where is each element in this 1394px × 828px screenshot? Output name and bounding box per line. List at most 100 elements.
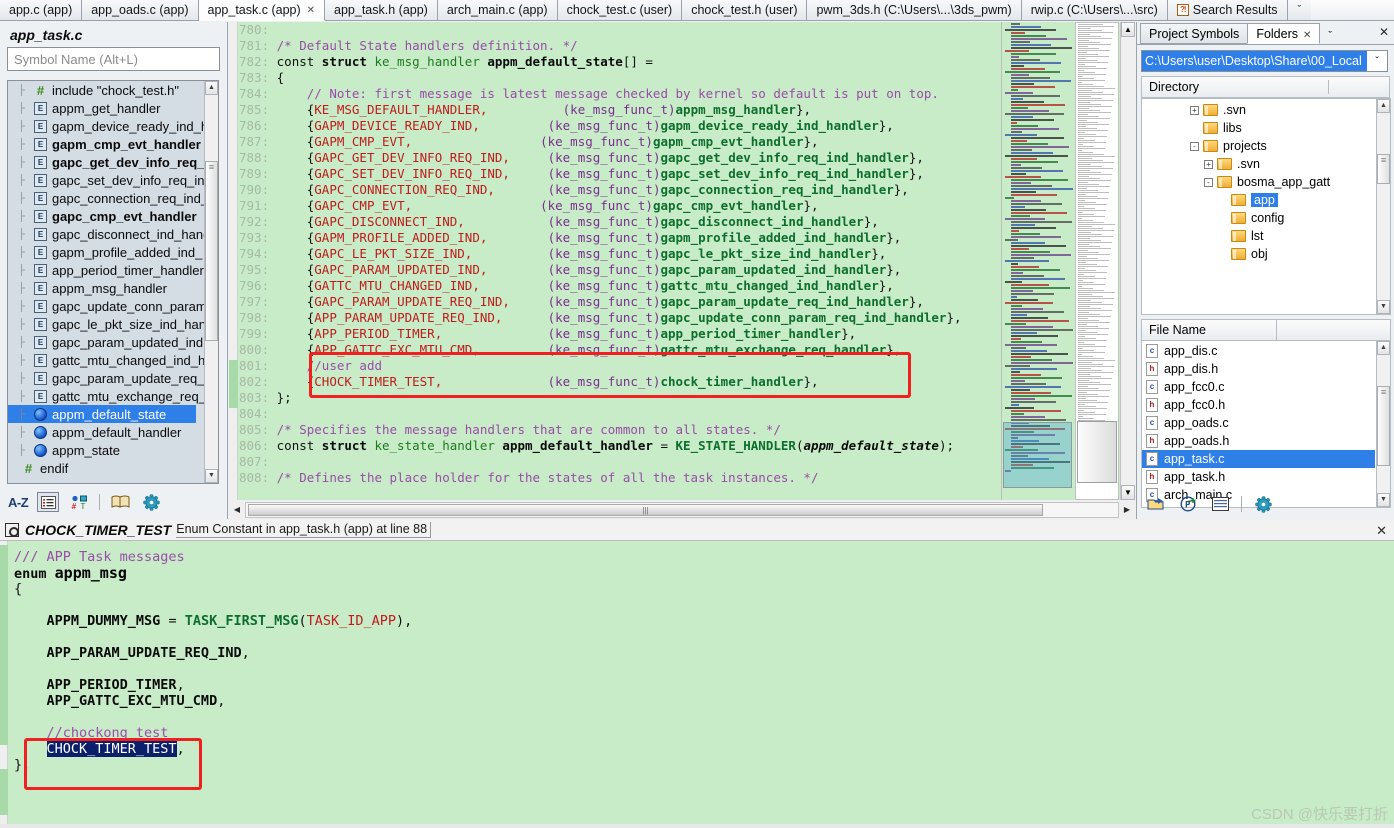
minimap-viewport[interactable] (1003, 422, 1072, 488)
group-by-type-button[interactable]: # T (68, 492, 90, 512)
symbol-tree-item[interactable]: ├ Eappm_get_handler (8, 99, 204, 117)
project-panel-tab-1[interactable]: Folders ✕ (1247, 23, 1321, 44)
directory-tree-item[interactable]: libs (1142, 119, 1376, 137)
project-panel-tab-0[interactable]: Project Symbols (1140, 23, 1249, 44)
symbol-tree-item[interactable]: ├ Eappm_msg_handler (8, 279, 204, 297)
minimap-scroll-thumb[interactable] (1077, 421, 1117, 483)
editor-tab-5[interactable]: chock_test.c (user) (557, 0, 683, 20)
new-project-button[interactable]: P (1177, 494, 1199, 514)
symbol-tree-item[interactable]: ├ Egapm_device_ready_ind_h (8, 117, 204, 135)
path-combobox[interactable]: C:\Users\user\Desktop\Share\00_Local ˇ (1141, 50, 1388, 72)
file-list-item[interactable]: h app_oads.h (1142, 432, 1375, 450)
file-list-item[interactable]: c app_task.c (1142, 450, 1375, 468)
directory-tree-item[interactable]: app (1142, 191, 1376, 209)
symbol-tree-item[interactable]: ├ Egapm_cmp_evt_handler (8, 135, 204, 153)
directory-tree-item[interactable]: lst (1142, 227, 1376, 245)
symbol-tree-item[interactable]: # endif (8, 459, 204, 477)
project-panel-overflow-chevron-down-icon[interactable]: ˇ (1319, 28, 1341, 44)
symbol-tree-item[interactable]: ├ appm_default_state (8, 405, 196, 423)
directory-tree[interactable]: + .svn libs - projects + .svn - bosma_app_gatt ap… (1141, 98, 1391, 315)
expand-icon[interactable]: + (1204, 159, 1213, 169)
symbol-tree-item[interactable]: ├ appm_default_handler (8, 423, 204, 441)
symbol-tree-item[interactable]: ├ Egapc_le_pkt_size_ind_hanc (8, 315, 204, 333)
directory-tree-item[interactable]: + .svn (1142, 101, 1376, 119)
symbol-search-input[interactable]: Symbol Name (Alt+L) (7, 47, 220, 71)
editor-tab-3[interactable]: app_task.h (app) (325, 0, 438, 20)
hscroll-track[interactable]: ||| (245, 501, 1119, 518)
collapse-icon[interactable]: - (1190, 141, 1199, 151)
symbol-tree-item[interactable]: ├ Egapc_get_dev_info_req_in (8, 153, 204, 171)
expand-icon[interactable]: + (1190, 105, 1199, 115)
directory-tree-item[interactable]: config (1142, 209, 1376, 227)
editor-horizontal-scrollbar[interactable]: ◀ ||| ▶ (229, 500, 1135, 519)
file-list-item[interactable]: h app_dis.h (1142, 360, 1375, 378)
scrollbar-thumb[interactable] (1377, 386, 1390, 466)
file-list-item[interactable]: c app_oads.c (1142, 414, 1375, 432)
editor-tab-7[interactable]: pwm_3ds.h (C:\Users\...\3ds_pwm) (807, 0, 1022, 20)
tab-overflow-chevron-down-icon[interactable]: ˇ (1287, 0, 1312, 20)
editor-tab-4[interactable]: arch_main.c (app) (437, 0, 558, 20)
scroll-left-arrow[interactable]: ◀ (229, 505, 245, 514)
collapse-icon[interactable]: - (1204, 177, 1213, 187)
editor-tab-6[interactable]: chock_test.h (user) (682, 0, 808, 20)
symbol-tree[interactable]: ├ # include "chock_test.h" ├ Eappm_get_handl… (7, 80, 219, 484)
reference-book-button[interactable] (109, 492, 131, 512)
scroll-right-arrow[interactable]: ▶ (1119, 505, 1135, 514)
symbol-tree-item[interactable]: ├ appm_state (8, 441, 204, 459)
editor-tab-9[interactable]: ?! Search Results (1167, 0, 1288, 20)
scrollbar-thumb[interactable] (205, 161, 218, 341)
file-list-item[interactable]: c app_dis.c (1142, 342, 1375, 360)
symbol-tree-item[interactable]: ├ Egapc_set_dev_info_req_inc (8, 171, 204, 189)
editor-fold-column[interactable] (229, 22, 238, 500)
editor-vertical-scrollbar[interactable]: ▲ ▼ (1120, 22, 1135, 500)
symbol-tree-item[interactable]: ├ # include "chock_test.h" (8, 81, 204, 99)
directory-tree-item[interactable]: + .svn (1142, 155, 1376, 173)
symbol-tree-item[interactable]: ├ Egapc_param_updated_ind (8, 333, 204, 351)
editor-tab-1[interactable]: app_oads.c (app) (82, 0, 199, 20)
close-icon[interactable]: ✕ (1303, 30, 1311, 41)
file-column-header[interactable]: File Name (1141, 319, 1391, 341)
scroll-up-arrow[interactable]: ▲ (1377, 341, 1390, 355)
directory-tree-item[interactable]: obj (1142, 245, 1376, 263)
directory-column-header[interactable]: Directory (1141, 76, 1390, 98)
symbol-tree-item[interactable]: ├ Egapm_profile_added_ind_ (8, 243, 204, 261)
symbol-tree-item[interactable]: ├ Egapc_connection_req_ind_ (8, 189, 204, 207)
close-pane-button[interactable]: ✕ (1376, 523, 1387, 539)
minimap-scrollbar[interactable] (1075, 22, 1119, 500)
properties-button[interactable] (1209, 494, 1231, 514)
file-list-scrollbar[interactable]: ▲ ▼ (1376, 341, 1390, 507)
symbol-tree-item[interactable]: ├ Egapc_param_update_req_ (8, 369, 204, 387)
settings-gear-button[interactable] (1252, 494, 1274, 514)
close-panel-button[interactable]: ✕ (1379, 25, 1389, 39)
symbol-tree-scrollbar[interactable]: ▲ ▼ (204, 81, 218, 483)
file-list-item[interactable]: h app_task.h (1142, 468, 1375, 486)
code-minimap[interactable] (1001, 22, 1073, 500)
directory-tree-scrollbar[interactable]: ▲ ▼ (1376, 99, 1390, 314)
list-view-button[interactable] (37, 492, 60, 512)
chevron-down-icon[interactable]: ˇ (1367, 56, 1387, 67)
sort-alphabetical-button[interactable]: A-Z (8, 495, 29, 510)
scrollbar-thumb[interactable] (1377, 154, 1390, 184)
directory-tree-item[interactable]: - projects (1142, 137, 1376, 155)
code-editor[interactable]: 780: 781: /* Default State handlers defi… (229, 22, 1135, 519)
scroll-down-arrow[interactable]: ▼ (1377, 300, 1390, 314)
file-list-item[interactable]: c app_fcc0.c (1142, 378, 1375, 396)
scroll-up-arrow[interactable]: ▲ (1377, 99, 1390, 113)
directory-tree-item[interactable]: - bosma_app_gatt (1142, 173, 1376, 191)
symbol-tree-item[interactable]: ├ Egapc_cmp_evt_handler (8, 207, 204, 225)
close-icon[interactable]: ✕ (307, 5, 315, 16)
scroll-down-arrow[interactable]: ▼ (1377, 493, 1390, 507)
editor-tab-2[interactable]: app_task.c (app) ✕ (198, 0, 326, 21)
scroll-up-arrow[interactable]: ▲ (205, 81, 218, 95)
definition-code-view[interactable]: /// APP Task messages enum appm_msg{ APPM… (0, 541, 1394, 828)
symbol-tree-item[interactable]: ├ Egapc_disconnect_ind_hanc (8, 225, 204, 243)
symbol-tree-item[interactable]: ├ Egattc_mtu_changed_ind_ha (8, 351, 204, 369)
symbol-tree-item[interactable]: ├ Egapc_update_conn_param (8, 297, 204, 315)
hscroll-thumb[interactable]: ||| (248, 503, 1043, 516)
definition-code-text[interactable]: /// APP Task messages enum appm_msg{ APPM… (14, 547, 412, 773)
editor-tab-0[interactable]: app.c (app) (0, 0, 83, 20)
symbol-tree-item[interactable]: ├ Egattc_mtu_exchange_req_h (8, 387, 204, 405)
editor-tab-8[interactable]: rwip.c (C:\Users\...\src) (1021, 0, 1168, 20)
open-folder-button[interactable] (1145, 494, 1167, 514)
settings-gear-button[interactable] (140, 492, 162, 512)
